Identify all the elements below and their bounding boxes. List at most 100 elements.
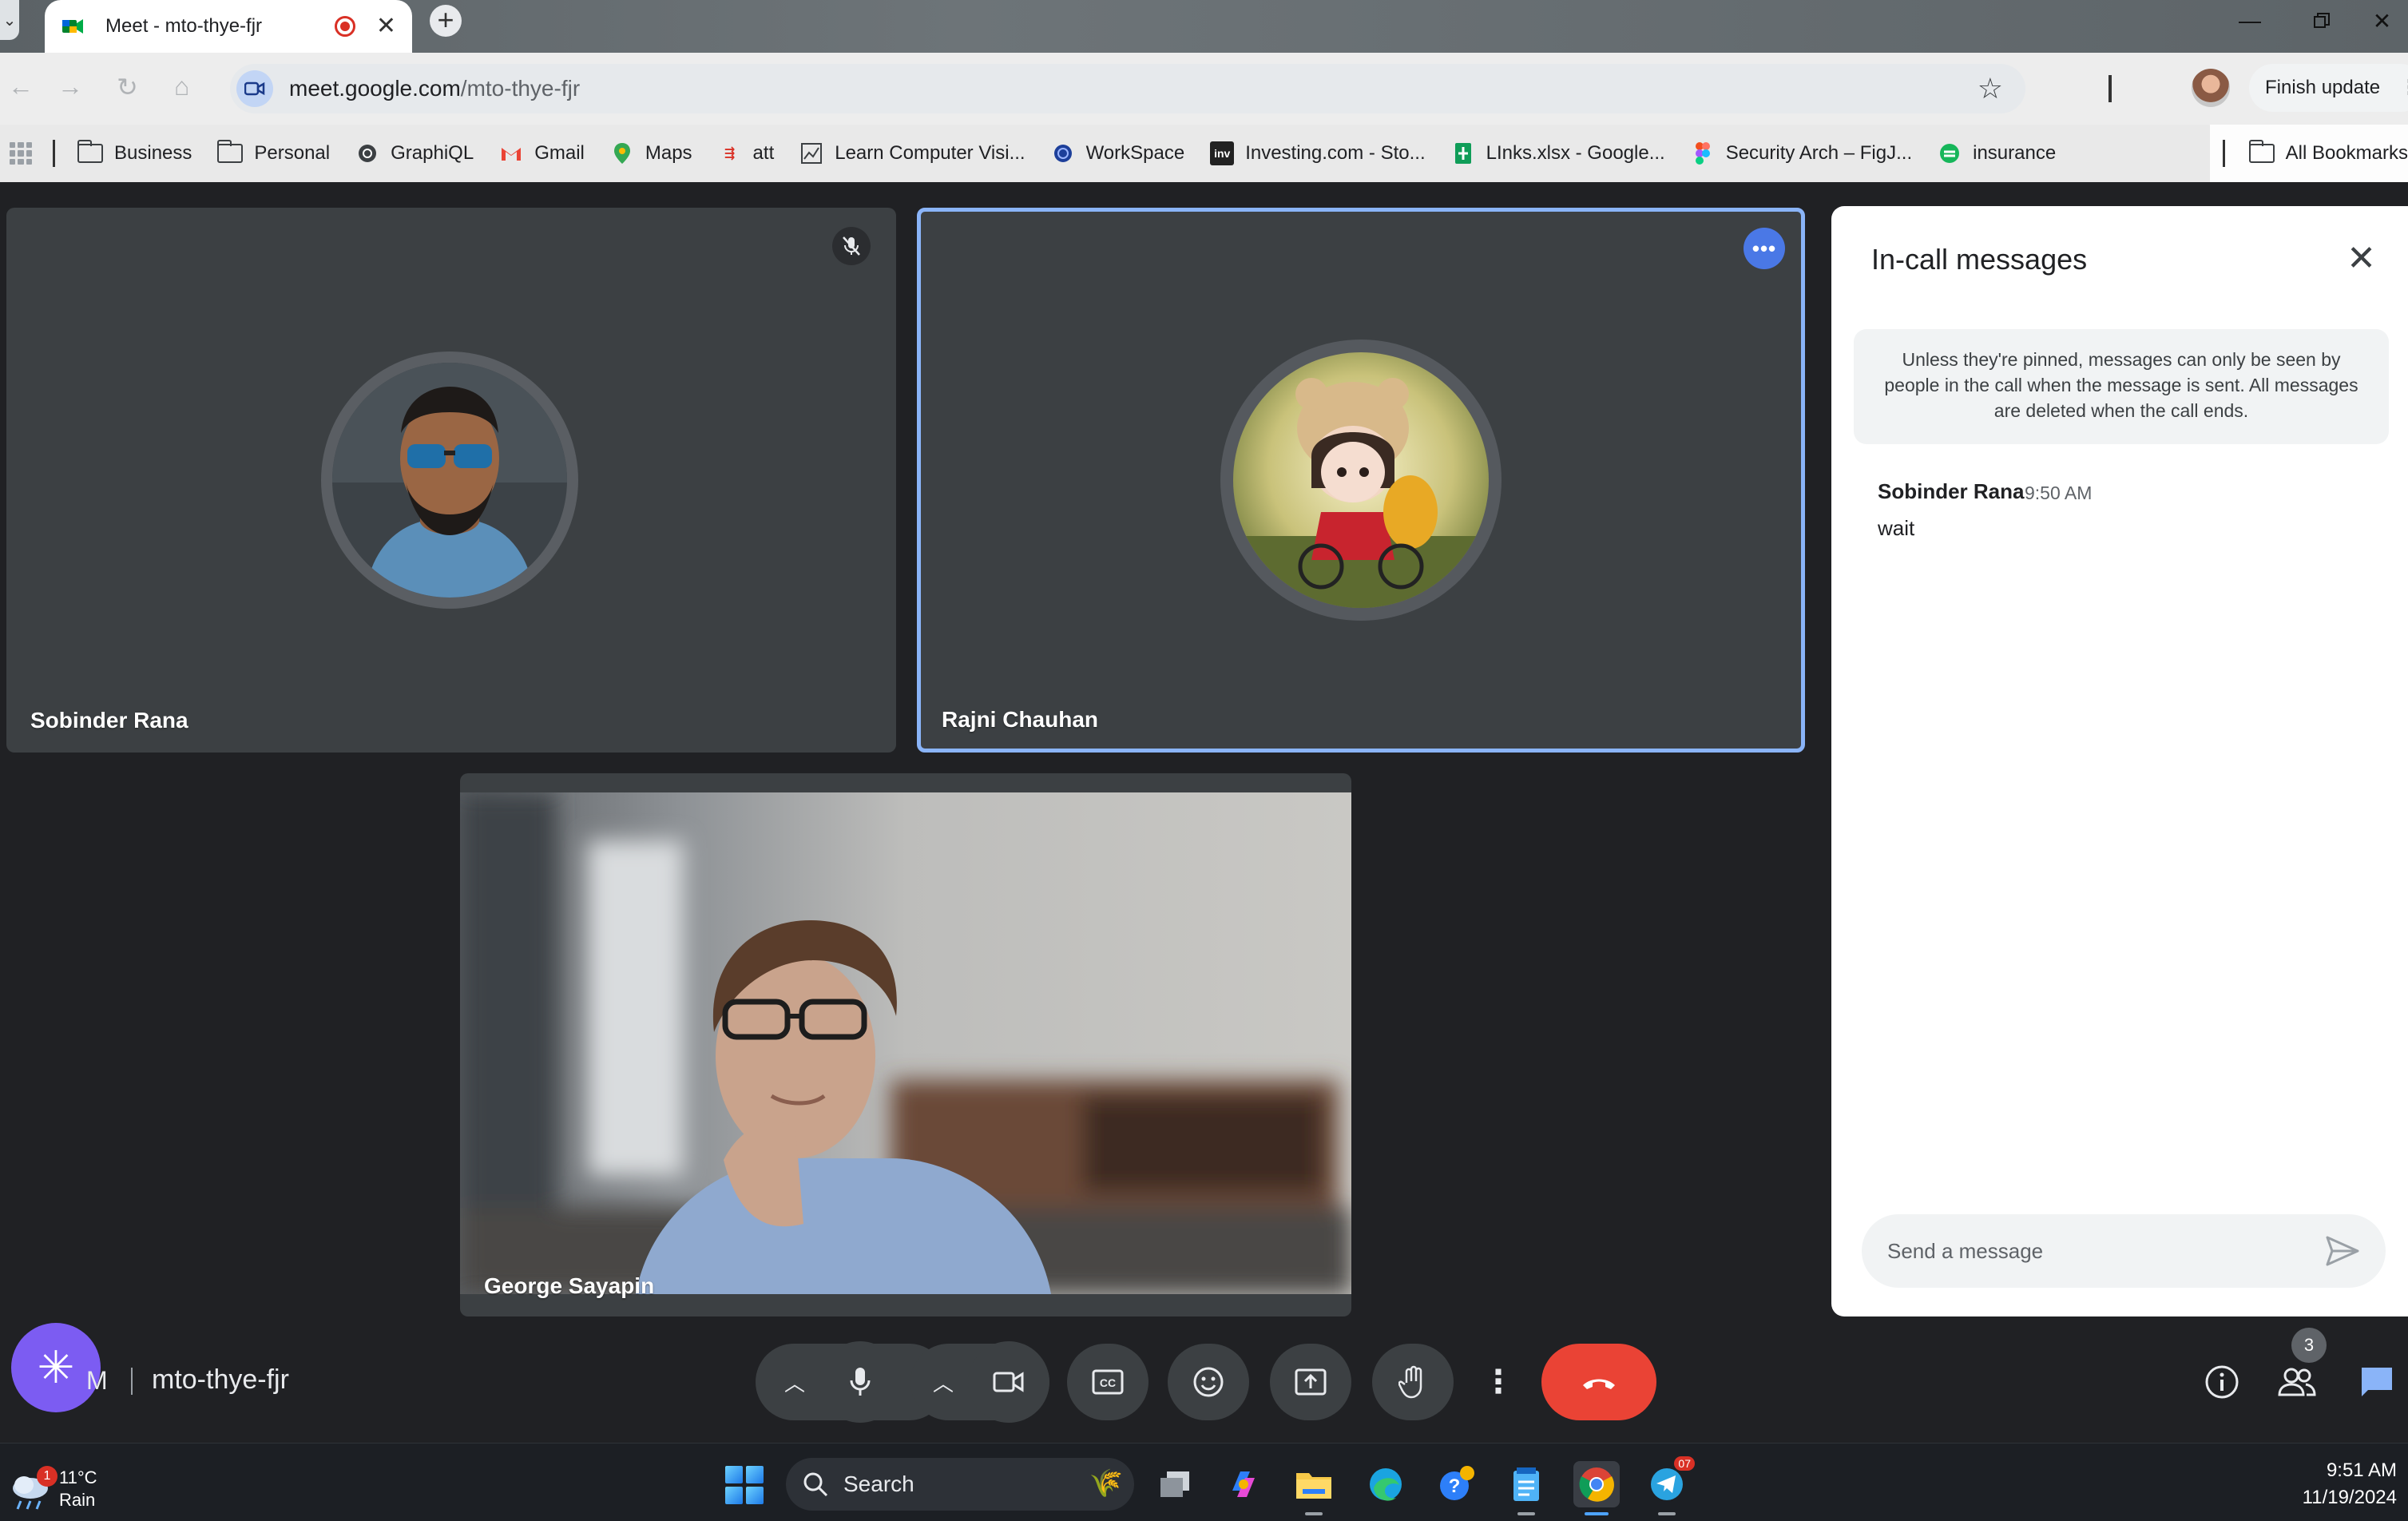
all-bookmarks-label: All Bookmarks: [2285, 142, 2408, 164]
running-indicator: [1305, 1512, 1323, 1515]
windows-start-icon[interactable]: [725, 1466, 764, 1504]
recording-indicator-icon: [334, 16, 355, 37]
closed-captions-icon: CC: [1092, 1369, 1124, 1395]
file-explorer-icon[interactable]: [1291, 1461, 1337, 1515]
reactions-button[interactable]: [1168, 1344, 1249, 1420]
address-bar[interactable]: meet.google.com/mto-thye-fjr ☆: [230, 64, 2025, 113]
site-info-icon[interactable]: [236, 70, 273, 107]
windows-taskbar: 1 11°C Rain Search 🌾 ? 07 9:51 AM 11/19/…: [0, 1443, 2408, 1521]
meeting-info-divider: [131, 1368, 133, 1395]
panel-title: In-call messages: [1871, 243, 2088, 276]
bookmark-graphiql[interactable]: GraphiQL: [355, 141, 474, 165]
tab-close-icon[interactable]: ✕: [376, 14, 396, 38]
new-tab-button[interactable]: +: [430, 5, 462, 37]
present-screen-button[interactable]: [1270, 1344, 1351, 1420]
camera-toggle-button[interactable]: [968, 1341, 1049, 1423]
people-icon[interactable]: [2273, 1358, 2321, 1406]
taskbar-search-box[interactable]: Search 🌾: [786, 1458, 1134, 1511]
telegram-icon[interactable]: 07: [1644, 1456, 1695, 1515]
browser-tab-bar: ⌄ Meet - mto-thye-fjr ✕ + — ✕: [0, 0, 2408, 53]
forward-arrow-icon[interactable]: →: [58, 72, 83, 101]
bookmark-star-icon[interactable]: ☆: [1978, 72, 2003, 105]
copilot-icon[interactable]: [1220, 1461, 1267, 1507]
mic-muted-icon: [832, 227, 871, 265]
maps-icon: [610, 141, 634, 165]
more-vert-icon: ⋮: [1482, 1364, 1514, 1400]
weather-widget[interactable]: 1 11°C Rain: [8, 1455, 97, 1511]
bookmark-security-arch[interactable]: Security Arch – FigJ...: [1691, 141, 1912, 165]
investing-icon: inv: [1210, 141, 1235, 165]
reload-icon[interactable]: ↻: [117, 72, 138, 102]
bookmark-workspace[interactable]: WorkSpace: [1051, 141, 1184, 165]
avatar: [332, 363, 567, 598]
participant-name: Rajni Chauhan: [942, 707, 1099, 732]
system-clock-date[interactable]: 11/19/2024: [2303, 1487, 2397, 1509]
bookmark-gmail[interactable]: Gmail: [499, 141, 585, 165]
send-message-input[interactable]: [1862, 1214, 2386, 1288]
minimize-window-icon[interactable]: —: [2214, 3, 2286, 38]
camera-control-group: ︿: [910, 1341, 1049, 1423]
close-icon[interactable]: ✕: [2347, 241, 2376, 276]
meeting-details-info-icon[interactable]: [2198, 1358, 2246, 1406]
captions-button[interactable]: CC: [1067, 1344, 1148, 1420]
back-arrow-icon[interactable]: ←: [8, 72, 34, 101]
raise-hand-button[interactable]: [1372, 1344, 1454, 1420]
task-view-icon[interactable]: [1152, 1461, 1198, 1507]
figma-icon: [1691, 141, 1715, 165]
close-window-icon[interactable]: ✕: [2356, 3, 2408, 38]
bookmark-business[interactable]: Business: [77, 140, 192, 165]
finish-update-button[interactable]: Finish update ⋮: [2249, 64, 2408, 112]
participant-tile-george-sayapin[interactable]: George Sayapin: [460, 773, 1351, 1316]
meeting-time-partial: M: [86, 1366, 108, 1395]
system-clock-time[interactable]: 9:51 AM: [2327, 1459, 2397, 1482]
weather-description: Rain: [59, 1490, 96, 1510]
url-text: meet.google.com/mto-thye-fjr: [289, 76, 581, 101]
participant-tile-sobinder-rana[interactable]: Sobinder Rana: [6, 208, 896, 753]
folder-icon: [77, 140, 103, 163]
all-bookmarks-button[interactable]: All Bookmarks: [2209, 125, 2408, 182]
leave-call-button[interactable]: [1541, 1344, 1656, 1420]
bookmark-maps[interactable]: Maps: [610, 141, 692, 165]
bookmarks-divider: [2222, 140, 2225, 167]
chart-icon: [799, 141, 823, 165]
chrome-icon[interactable]: [1573, 1461, 1620, 1515]
bookmark-links-xlsx[interactable]: LInks.xlsx - Google...: [1451, 141, 1665, 165]
menu-dots-icon[interactable]: ⋮: [2399, 75, 2408, 100]
insurance-icon: [1938, 141, 1962, 165]
bookmark-investing[interactable]: inv Investing.com - Sto...: [1210, 141, 1426, 165]
home-icon[interactable]: ⌂: [174, 72, 189, 101]
audio-options-chevron-icon[interactable]: ︿: [784, 1368, 805, 1397]
bookmark-insurance[interactable]: insurance: [1938, 141, 2056, 165]
bookmark-personal[interactable]: Personal: [217, 140, 330, 165]
present-screen-icon: [1295, 1368, 1327, 1396]
edge-browser-icon[interactable]: [1363, 1461, 1409, 1507]
microphone-toggle-button[interactable]: [819, 1341, 901, 1423]
att-icon: ⇶: [724, 147, 736, 161]
video-options-chevron-icon[interactable]: ︿: [933, 1368, 954, 1397]
search-icon: [803, 1472, 828, 1497]
workspace-icon: [1051, 141, 1075, 165]
toolbar-divider: [2108, 75, 2112, 102]
svg-text:?: ?: [1449, 1475, 1461, 1497]
video-camera-icon: [993, 1372, 1024, 1392]
bookmark-learn-computer-vision[interactable]: Learn Computer Visi...: [799, 141, 1025, 165]
bookmarks-bar: Business Personal GraphiQL Gmail Maps ⇶ a…: [0, 125, 2408, 182]
chat-icon[interactable]: [2353, 1358, 2401, 1406]
running-indicator: [1658, 1512, 1676, 1515]
browser-tab-meet[interactable]: Meet - mto-thye-fjr ✕: [45, 0, 412, 53]
bookmark-att[interactable]: ⇶ att: [718, 141, 774, 165]
tab-search-chevron-icon[interactable]: ⌄: [0, 0, 19, 40]
more-options-button[interactable]: ⋮: [1476, 1344, 1521, 1420]
bookmarks-divider: [53, 140, 55, 167]
participant-tile-rajni-chauhan[interactable]: ••• Rajni Chauhan: [917, 208, 1805, 753]
send-icon[interactable]: [2325, 1235, 2360, 1267]
running-indicator: [1517, 1512, 1535, 1515]
apps-grid-icon[interactable]: [10, 142, 32, 165]
profile-avatar[interactable]: [2192, 69, 2230, 107]
folder-icon: [2248, 140, 2275, 163]
more-options-icon[interactable]: •••: [1744, 228, 1785, 269]
graphiql-icon: [355, 141, 379, 165]
notepad-icon[interactable]: [1503, 1461, 1549, 1515]
get-help-icon[interactable]: ?: [1433, 1461, 1479, 1507]
restore-window-icon[interactable]: [2286, 3, 2358, 38]
